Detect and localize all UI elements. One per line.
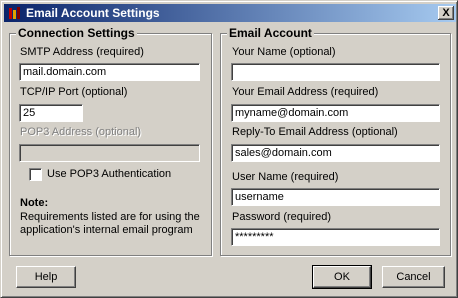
cancel-button[interactable]: Cancel xyxy=(382,266,445,288)
close-button[interactable]: X xyxy=(438,6,454,20)
note-text: Requirements listed are for using the ap… xyxy=(20,211,200,236)
pop3-input[interactable] xyxy=(19,144,200,162)
your-email-input[interactable]: myname@domain.com xyxy=(231,104,440,122)
reply-to-label: Reply-To Email Address (optional) xyxy=(232,126,398,138)
smtp-label: SMTP Address (required) xyxy=(20,46,144,58)
window-title: Email Account Settings xyxy=(26,6,160,20)
connection-settings-legend: Connection Settings xyxy=(16,26,137,40)
user-name-input[interactable]: username xyxy=(231,188,440,206)
app-icon xyxy=(9,7,20,19)
your-email-label: Your Email Address (required) xyxy=(232,86,379,98)
pop3-label: POP3 Address (optional) xyxy=(20,126,142,138)
reply-to-input[interactable]: sales@domain.com xyxy=(231,144,440,162)
email-account-legend: Email Account xyxy=(227,26,314,40)
pop3-auth-label[interactable]: Use POP3 Authentication xyxy=(47,168,171,180)
help-button[interactable]: Help xyxy=(16,266,76,288)
password-input[interactable]: ********* xyxy=(231,228,440,246)
ok-button[interactable]: OK xyxy=(312,265,372,289)
your-name-label: Your Name (optional) xyxy=(232,46,336,58)
port-label: TCP/IP Port (optional) xyxy=(20,86,128,98)
title-bar[interactable]: Email Account Settings X xyxy=(4,4,456,22)
password-label: Password (required) xyxy=(232,211,332,223)
dialog-window: Email Account Settings X Connection Sett… xyxy=(0,0,458,298)
your-name-input[interactable] xyxy=(231,63,440,81)
user-name-label: User Name (required) xyxy=(232,171,339,183)
note-title: Note: xyxy=(20,197,49,209)
port-input[interactable]: 25 xyxy=(19,104,83,122)
smtp-input[interactable]: mail.domain.com xyxy=(19,63,200,81)
pop3-auth-checkbox[interactable] xyxy=(29,168,42,181)
